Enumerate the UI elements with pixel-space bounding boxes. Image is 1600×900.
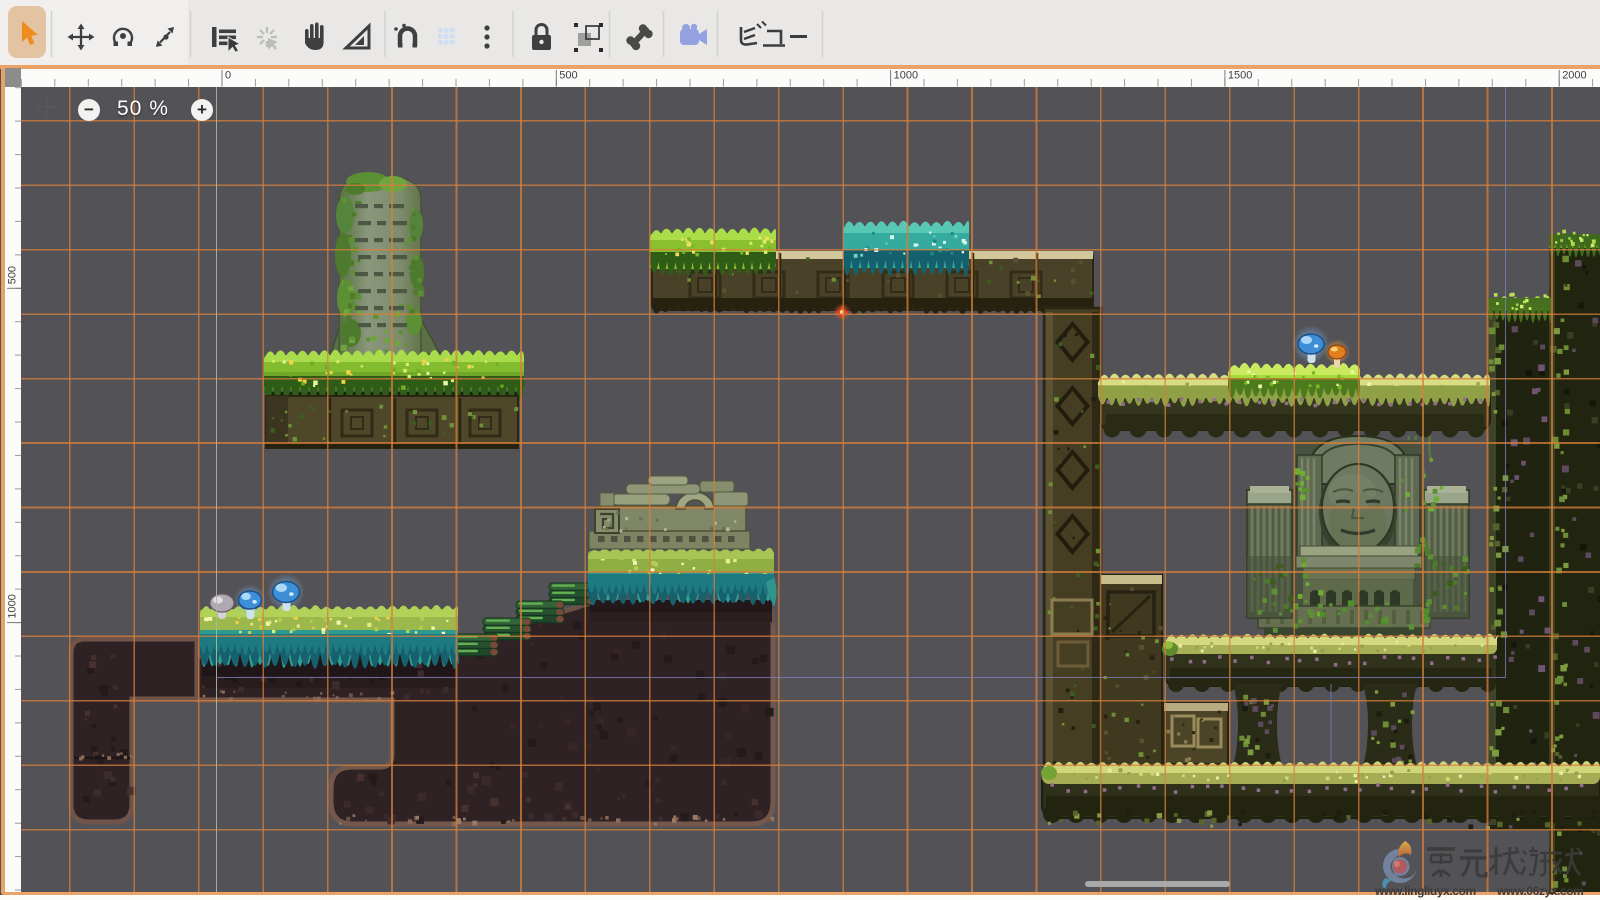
svg-text:500: 500 <box>559 70 577 82</box>
svg-text:1000: 1000 <box>894 70 918 82</box>
svg-text:1000: 1000 <box>7 594 19 618</box>
svg-text:1500: 1500 <box>1228 70 1252 82</box>
svg-text:0: 0 <box>225 70 231 82</box>
svg-text:2000: 2000 <box>1562 70 1586 82</box>
svg-text:500: 500 <box>7 266 19 284</box>
